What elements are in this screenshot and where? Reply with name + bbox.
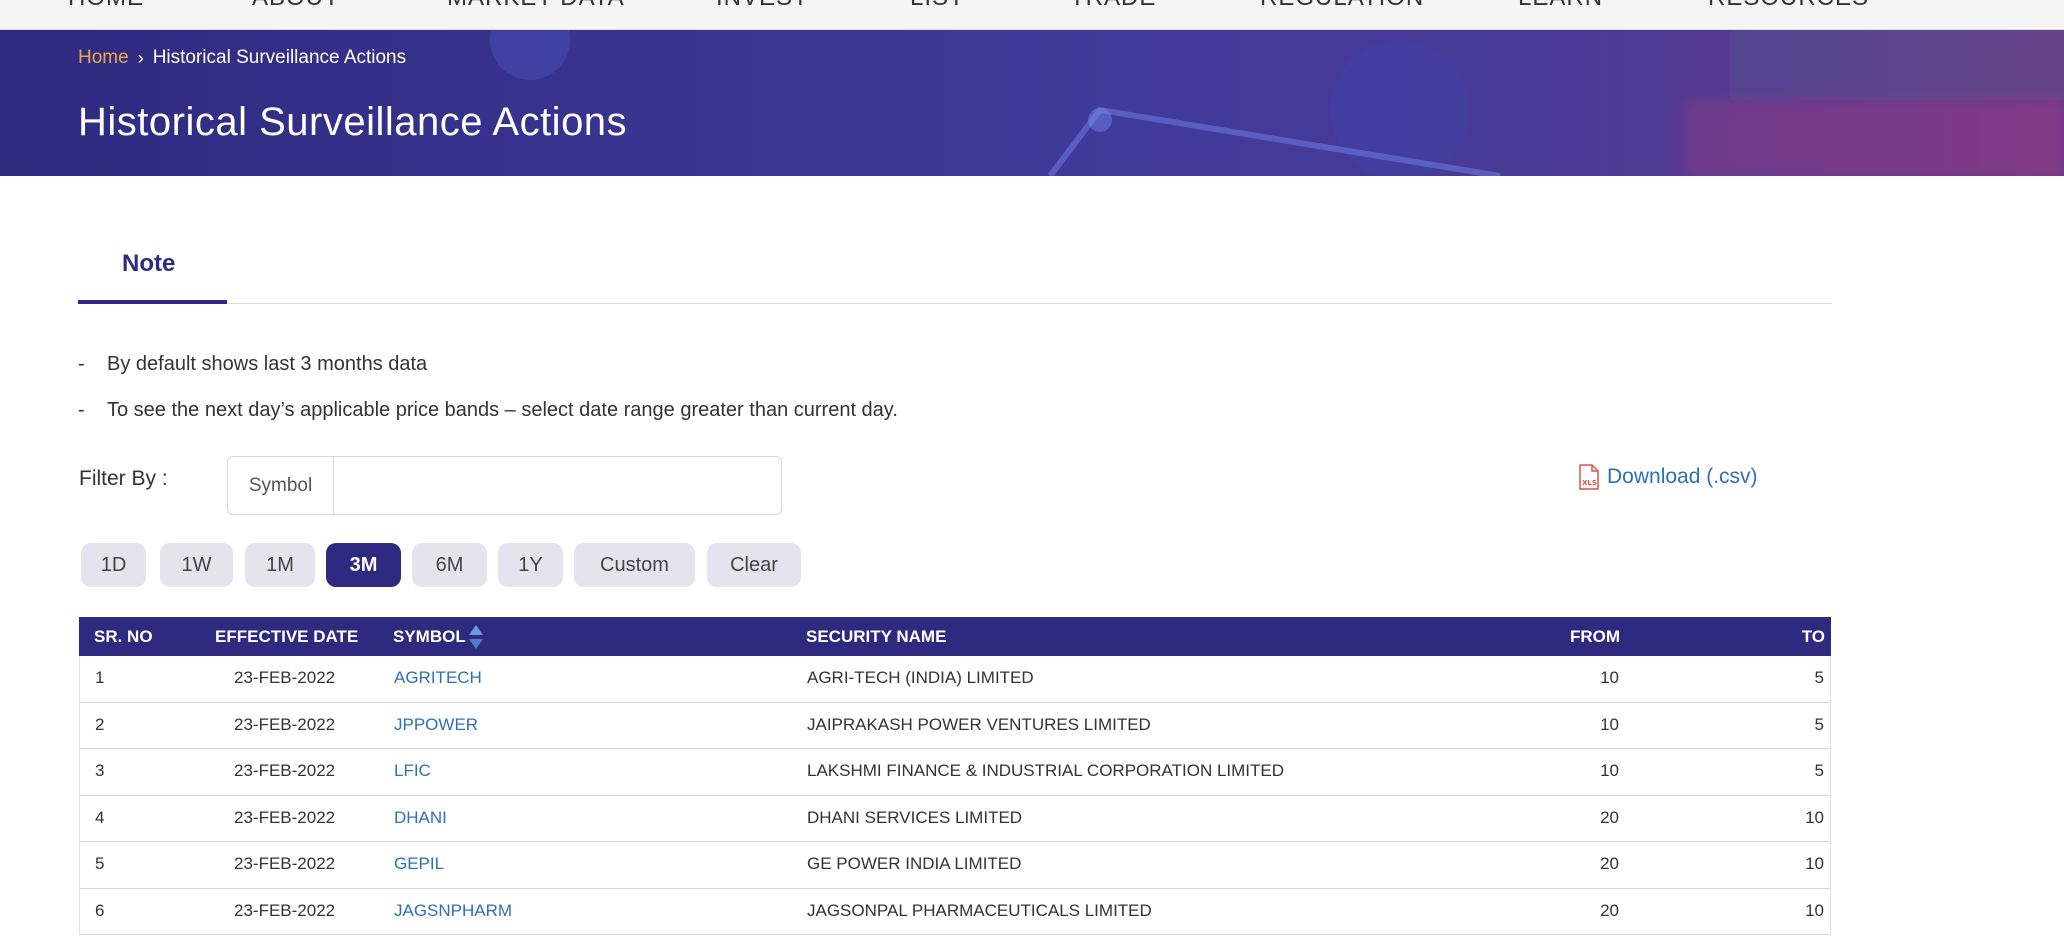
- cell-effective-date: 23-FEB-2022: [234, 714, 336, 734]
- cell-security-name: LAKSHMI FINANCE & INDUSTRIAL CORPORATION…: [807, 761, 1285, 780]
- cell-symbol-link[interactable]: JAGSNPHARM: [394, 901, 512, 921]
- note-line-default-range: - By default shows last 3 months data: [78, 353, 427, 376]
- nav-item-regulation[interactable]: REGULATION: [1260, 0, 1424, 12]
- cell-security-name: JAIPRAKASH POWER VENTURES LIMITED: [807, 714, 1151, 734]
- header-symbol[interactable]: SYMBOL: [393, 627, 466, 647]
- download-label: Download (.csv): [1607, 465, 1758, 488]
- cell-symbol-link[interactable]: DHANI: [394, 808, 447, 828]
- header-security-name: SECURITY NAME: [806, 627, 947, 646]
- cell-to: 5: [1814, 714, 1824, 734]
- cell-from: 20: [1600, 900, 1619, 920]
- note-dash: -: [78, 399, 85, 421]
- note-dash: -: [78, 353, 85, 375]
- table-row: 5 23-FEB-2022 GEPIL GE POWER INDIA LIMIT…: [79, 842, 1831, 889]
- nav-item-list[interactable]: LIST: [910, 0, 965, 12]
- cell-sr-no: 2: [95, 714, 105, 734]
- cell-from: 10: [1600, 714, 1619, 734]
- cell-security-name: DHANI SERVICES LIMITED: [807, 807, 1023, 827]
- period-button-6m[interactable]: 6M: [412, 543, 487, 587]
- period-button-1y[interactable]: 1Y: [498, 543, 563, 587]
- tab-note[interactable]: Note: [78, 230, 227, 304]
- cell-from: 10: [1600, 668, 1619, 687]
- cell-symbol-link[interactable]: LFIC: [394, 761, 431, 781]
- period-button-3m[interactable]: 3M: [326, 543, 401, 587]
- cell-effective-date: 23-FEB-2022: [234, 807, 336, 827]
- nav-item-resources[interactable]: RESOURCES: [1708, 0, 1869, 12]
- cell-sr-no: 6: [95, 900, 105, 920]
- cell-security-name: AGRI-TECH (INDIA) LIMITED: [807, 668, 1034, 687]
- cell-sr-no: 4: [95, 807, 105, 827]
- table-row: 2 23-FEB-2022 JPPOWER JAIPRAKASH POWER V…: [79, 702, 1831, 749]
- symbol-addon-label: Symbol: [228, 457, 334, 514]
- cell-security-name: GE POWER INDIA LIMITED: [807, 854, 1022, 873]
- symbol-filter-group: Symbol: [227, 456, 782, 515]
- nav-item-home[interactable]: HOME: [68, 0, 144, 12]
- tab-bar: Note: [78, 230, 1832, 304]
- period-button-1m[interactable]: 1M: [245, 543, 315, 587]
- cell-effective-date: 23-FEB-2022: [234, 668, 336, 687]
- chevron-right-icon: ›: [137, 47, 144, 68]
- cell-symbol-link[interactable]: GEPIL: [394, 854, 444, 874]
- banner-glow: [1684, 100, 2064, 176]
- period-button-clear[interactable]: Clear: [707, 543, 801, 587]
- note-text: By default shows last 3 months data: [107, 353, 428, 375]
- download-csv-link[interactable]: XLS Download (.csv): [1578, 464, 1758, 490]
- period-button-custom[interactable]: Custom: [574, 543, 695, 587]
- nav-item-invest[interactable]: INVEST: [716, 0, 809, 12]
- cell-to: 5: [1814, 761, 1824, 780]
- cell-effective-date: 23-FEB-2022: [234, 900, 336, 920]
- breadcrumb-home-link[interactable]: Home: [78, 47, 129, 69]
- cell-sr-no: 3: [95, 761, 105, 780]
- cell-to: 10: [1805, 807, 1824, 827]
- table-row: 4 23-FEB-2022 DHANI DHANI SERVICES LIMIT…: [79, 795, 1831, 842]
- xls-file-icon: XLS: [1579, 464, 1599, 490]
- svg-text:XLS: XLS: [1582, 479, 1597, 487]
- table-row: 6 23-FEB-2022 JAGSNPHARM JAGSONPAL PHARM…: [79, 888, 1831, 935]
- period-button-1w[interactable]: 1W: [160, 543, 233, 587]
- table-header: SR. NO EFFECTIVE DATE SYMBOL SECURITY NA…: [79, 617, 1831, 656]
- symbol-input[interactable]: [335, 457, 781, 514]
- cell-from: 10: [1600, 761, 1619, 780]
- breadcrumb: Home › Historical Surveillance Actions: [78, 47, 406, 69]
- sort-icon[interactable]: [468, 623, 484, 651]
- tab-note-label: Note: [122, 250, 176, 277]
- cell-symbol-link[interactable]: AGRITECH: [394, 668, 482, 688]
- cell-from: 20: [1600, 854, 1619, 873]
- filter-by-label: Filter By :: [79, 467, 168, 490]
- top-navigation: HOME ABOUT MARKET DATA INVEST LIST TRADE…: [0, 0, 2064, 30]
- cell-to: 5: [1814, 668, 1824, 687]
- cell-effective-date: 23-FEB-2022: [234, 761, 336, 780]
- cell-sr-no: 1: [95, 668, 105, 687]
- page-banner: Home › Historical Surveillance Actions H…: [0, 30, 2064, 176]
- cell-effective-date: 23-FEB-2022: [234, 854, 336, 873]
- nav-item-about[interactable]: ABOUT: [252, 0, 340, 12]
- nav-item-trade[interactable]: TRADE: [1070, 0, 1156, 12]
- nav-item-market-data[interactable]: MARKET DATA: [447, 0, 625, 12]
- page-title: Historical Surveillance Actions: [78, 100, 628, 144]
- cell-from: 20: [1600, 807, 1619, 827]
- note-text: To see the next day’s applicable price b…: [107, 399, 898, 421]
- header-to: TO: [1801, 627, 1825, 646]
- cell-to: 10: [1805, 900, 1824, 920]
- period-button-1d[interactable]: 1D: [81, 543, 146, 587]
- header-effective-date: EFFECTIVE DATE: [215, 627, 359, 646]
- cell-symbol-link[interactable]: JPPOWER: [394, 715, 478, 735]
- nav-item-learn[interactable]: LEARN: [1518, 0, 1603, 12]
- cell-sr-no: 5: [95, 854, 105, 873]
- breadcrumb-current: Historical Surveillance Actions: [152, 47, 407, 68]
- header-sr-no: SR. NO: [94, 627, 153, 646]
- header-from: FROM: [1569, 627, 1620, 646]
- table-row: 1 23-FEB-2022 AGRITECH AGRI-TECH (INDIA)…: [79, 656, 1831, 703]
- cell-to: 10: [1805, 854, 1824, 873]
- note-line-price-bands: - To see the next day’s applicable price …: [78, 399, 898, 422]
- table-row: 3 23-FEB-2022 LFIC LAKSHMI FINANCE & IND…: [79, 749, 1831, 796]
- cell-security-name: JAGSONPAL PHARMACEUTICALS LIMITED: [807, 900, 1152, 920]
- surveillance-table: SR. NO EFFECTIVE DATE SYMBOL SECURITY NA…: [79, 617, 1831, 935]
